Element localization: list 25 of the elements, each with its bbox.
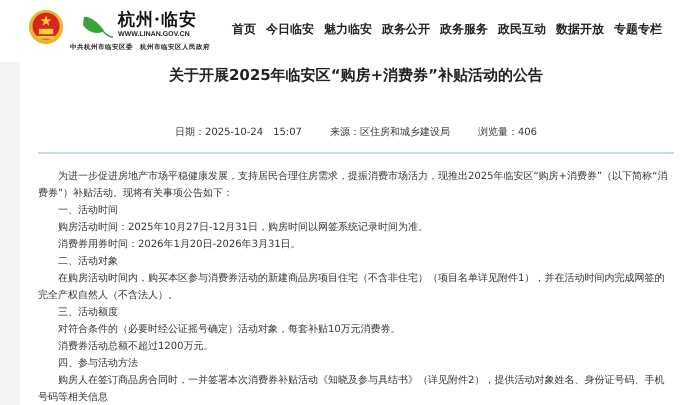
article-paragraph: 在购房活动时间内，购买本区参与消费券活动的新建商品房项目住宅（不含非住宅）（项目名单详见附件1），并在活动时间内完成网签的完全产权自然人（不含法人）。 [38,272,666,303]
nav-link[interactable]: 数据开放 [556,20,604,38]
article-paragraph: 二、活动对象 [57,254,119,269]
article-paragraph: 四、参与活动方法 [57,356,139,371]
article-meta: 日期：2025-10-24 15:07 [174,126,302,140]
article-paragraph: 消费券用券时间：2026年1月20日-2026年3月31日。 [57,238,302,252]
article-meta: 浏览量：406 [478,126,538,140]
article-paragraph: 为进一步促进房地产市场平稳健康发展，支持居民合理住房需求，提振消费市场活力，现推出2025年临安区“购房+消费券”（以下简称“消费券”）补贴活动。现将有关事项公告如下： [38,170,668,201]
article-title: 关于开展2025年临安区“购房+消费券”补贴活动的公告 [168,65,544,86]
article-paragraph: 对符合条件的（必要时经公证摇号确定）活动对象，每套补贴10万元消费券。 [57,322,402,337]
site-logo-text: 杭州·临安 [118,10,197,30]
emblem-icon [28,9,64,45]
nav-link[interactable]: 首页 [232,20,256,38]
article-paragraph: 购房人在签订商品房合同时，一并签署本次消费券补贴活动《知晓及参与具结书》（详见附件2），提供活动对象姓名、身份证号码、手机号码等相关信息 [38,374,666,405]
article-paragraph: 三、活动额度 [57,306,119,320]
article-paragraph: 一、活动时间 [57,204,119,218]
article-meta: 来源：区住房和城乡建设局 [330,126,450,140]
article-paragraph: 消费券活动总额不超过1200万元。 [57,340,214,354]
nav-link[interactable]: 政务公开 [382,20,430,38]
nav-link[interactable]: 政务服务 [440,20,488,38]
nav-link[interactable]: 政民互动 [498,20,546,38]
article-paragraph: 购房活动时间：2025年10月27日-12月31日，购房时间以网签系统记录时间为准。 [57,220,429,235]
nav-link[interactable]: 今日临安 [266,20,314,38]
nav-link[interactable]: 魅力临安 [324,20,372,38]
nav-link[interactable]: 专题专栏 [614,20,662,38]
